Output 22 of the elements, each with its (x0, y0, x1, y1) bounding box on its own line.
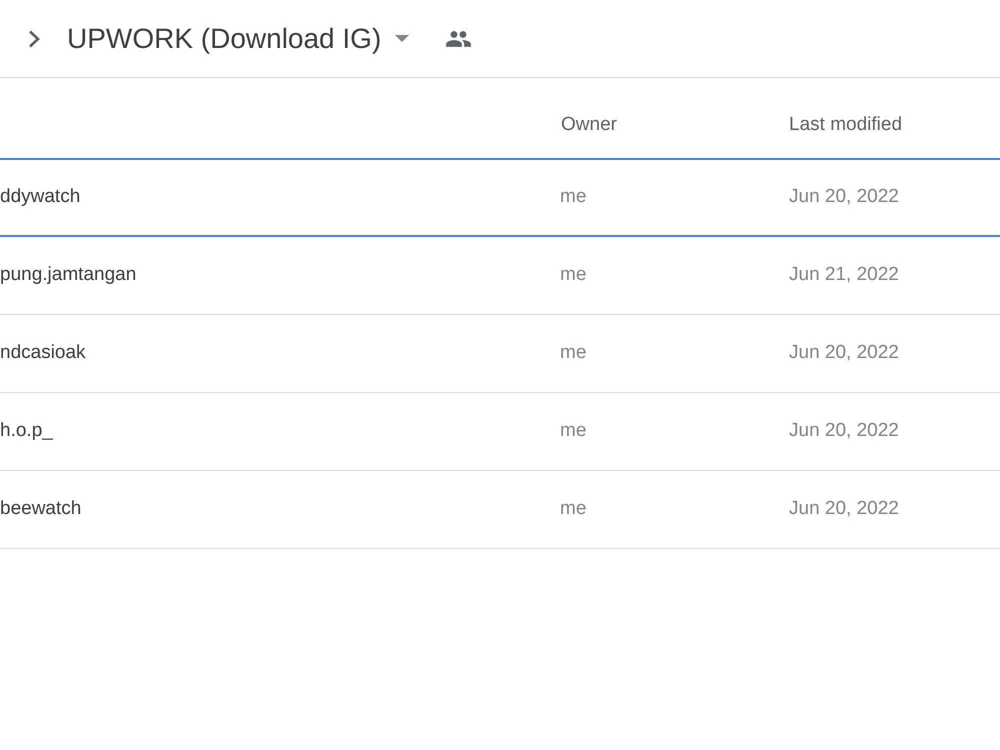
column-header[interactable]: Owner (560, 114, 617, 135)
date-cell: Jun 20, 2022 (789, 342, 899, 364)
file-name: beewatch (0, 498, 82, 520)
file-row[interactable]: ddywatch me Jun 20, 2022 (0, 158, 1000, 237)
date-cell: Jun 20, 2022 (789, 420, 899, 442)
date-cell: Jun 20, 2022 (789, 498, 899, 520)
chevron-right-icon (28, 30, 41, 48)
people-icon (445, 30, 472, 48)
date-cell: Jun 21, 2022 (789, 264, 899, 286)
file-name: ddywatch (0, 186, 80, 208)
caret-icon (395, 35, 410, 42)
folder-title-button[interactable]: UPWORK (Download IG) (67, 24, 410, 52)
owner-cell: me (560, 420, 586, 442)
file-name: h.o.p_ (0, 420, 53, 442)
owner-cell: me (560, 498, 586, 520)
file-name: pung.jamtangan (0, 264, 136, 286)
owner-cell: me (560, 264, 586, 286)
owner-cell: me (560, 342, 586, 364)
column-header[interactable]: Last modified (789, 114, 902, 135)
date-cell: Jun 20, 2022 (789, 186, 899, 208)
owner-cell: me (560, 186, 586, 208)
file-name: ndcasioak (0, 342, 86, 364)
